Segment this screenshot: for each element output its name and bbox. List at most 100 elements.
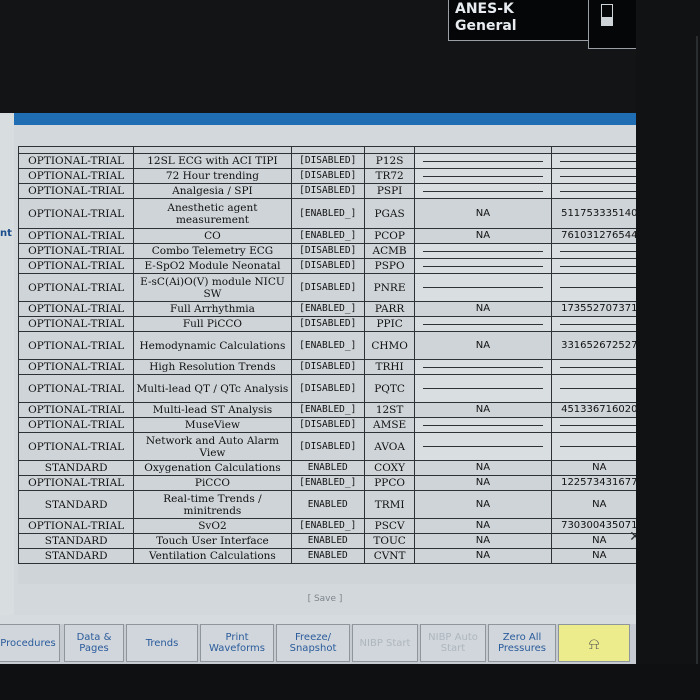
table-row[interactable]: OPTIONAL-TRIAL Combo Telemetry ECG [DISABL… bbox=[18, 243, 648, 259]
row-value-cell[interactable] bbox=[414, 273, 552, 302]
row-key-cell[interactable] bbox=[550, 153, 648, 169]
row-value-cell[interactable] bbox=[414, 258, 552, 274]
row-value-cell[interactable]: NA bbox=[414, 490, 552, 519]
empty-entry-line bbox=[423, 160, 543, 162]
table-row[interactable]: STANDARD Touch User Interface ENABLED TOUC N… bbox=[18, 533, 648, 549]
row-option-name-cell: Combo Telemetry ECG bbox=[133, 243, 292, 259]
row-code-cell: PNRE bbox=[363, 273, 416, 302]
row-key-cell[interactable]: 173552707371 bbox=[550, 301, 648, 317]
row-value-cell[interactable] bbox=[414, 359, 552, 375]
table-row[interactable]: OPTIONAL-TRIAL Network and Auto Alarm Vie… bbox=[18, 432, 648, 461]
row-key-cell[interactable]: 122573431677 bbox=[550, 475, 648, 491]
row-status-cell: [DISABLED] bbox=[290, 243, 365, 259]
row-value-cell[interactable] bbox=[414, 432, 552, 461]
row-type-cell: OPTIONAL-TRIAL bbox=[18, 301, 135, 317]
table-row[interactable]: OPTIONAL-TRIAL SvO2 [ENABLED_] PSCV NA 730300… bbox=[18, 518, 648, 534]
alarm-bell-crossed-icon: ⍾ bbox=[588, 633, 600, 653]
table-row-partial bbox=[18, 146, 648, 154]
row-type-cell: STANDARD bbox=[18, 548, 135, 564]
empty-entry-line bbox=[423, 190, 543, 192]
softkey-zero-all-pressures[interactable]: Zero All Pressures bbox=[488, 624, 556, 662]
alarm-silence-button[interactable]: ⍾ bbox=[558, 624, 630, 662]
row-value-cell[interactable] bbox=[414, 316, 552, 332]
row-value-cell[interactable] bbox=[414, 243, 552, 259]
table-row[interactable]: OPTIONAL-TRIAL E-SpO2 Module Neonatal [DIS… bbox=[18, 258, 648, 274]
table-row[interactable]: OPTIONAL-TRIAL Full Arrhythmia [ENABLED_] P… bbox=[18, 301, 648, 317]
row-value-cell[interactable] bbox=[414, 374, 552, 403]
table-row[interactable]: STANDARD Ventilation Calculations ENABLED C… bbox=[18, 548, 648, 564]
row-value-cell[interactable]: NA bbox=[414, 518, 552, 534]
softkey-trends[interactable]: Trends bbox=[126, 624, 198, 662]
table-row[interactable]: OPTIONAL-TRIAL High Resolution Trends [DIS… bbox=[18, 359, 648, 375]
table-row[interactable]: OPTIONAL-TRIAL Anesthetic agent measureme… bbox=[18, 198, 648, 229]
row-value-cell[interactable] bbox=[414, 417, 552, 433]
table-row[interactable]: OPTIONAL-TRIAL Multi-lead QT / QTc Analys… bbox=[18, 374, 648, 403]
row-key-cell[interactable] bbox=[550, 417, 648, 433]
table-row[interactable]: OPTIONAL-TRIAL MuseView [DISABLED] AMSE bbox=[18, 417, 648, 433]
empty-entry-line bbox=[423, 446, 543, 447]
row-code-cell: P12S bbox=[363, 153, 416, 169]
row-value-cell[interactable] bbox=[414, 153, 552, 169]
row-key-cell[interactable]: NA bbox=[550, 548, 648, 564]
table-row[interactable]: OPTIONAL-TRIAL 12SL ECG with ACI TIPI [DIS… bbox=[18, 153, 648, 169]
row-value-cell[interactable]: NA bbox=[414, 460, 552, 476]
row-value-cell[interactable]: NA bbox=[414, 533, 552, 549]
row-key-cell[interactable] bbox=[550, 243, 648, 259]
empty-entry-line bbox=[559, 287, 639, 288]
table-row[interactable]: OPTIONAL-TRIAL Multi-lead ST Analysis [ENA… bbox=[18, 402, 648, 418]
background-panel-edge: nt bbox=[0, 115, 14, 615]
empty-entry-line bbox=[559, 446, 639, 447]
license-table-container[interactable]: OPTIONAL-TRIAL 12SL ECG with ACI TIPI [DIS… bbox=[18, 146, 648, 584]
table-row[interactable]: OPTIONAL-TRIAL Hemodynamic Calculations [E… bbox=[18, 331, 648, 360]
softkey-procedures[interactable]: Procedures bbox=[0, 624, 60, 662]
row-value-cell[interactable]: NA bbox=[414, 475, 552, 491]
softkey-freeze-snapshot[interactable]: Freeze/ Snapshot bbox=[276, 624, 350, 662]
row-key-cell[interactable] bbox=[550, 359, 648, 375]
row-value-cell[interactable]: NA bbox=[414, 228, 552, 244]
row-type-cell: OPTIONAL-TRIAL bbox=[18, 258, 135, 274]
softkey-print-waveforms[interactable]: Print Waveforms bbox=[200, 624, 274, 662]
row-key-cell[interactable]: 761031276544 bbox=[550, 228, 648, 244]
table-row[interactable]: OPTIONAL-TRIAL E-sC(Ai)O(V) module NICU S… bbox=[18, 273, 648, 302]
row-value-cell[interactable]: NA bbox=[414, 331, 552, 360]
table-row[interactable]: OPTIONAL-TRIAL CO [ENABLED_] PCOP NA 76103127… bbox=[18, 228, 648, 244]
row-value-cell[interactable] bbox=[414, 183, 552, 199]
row-key-cell[interactable] bbox=[550, 316, 648, 332]
row-value-cell[interactable]: NA bbox=[414, 301, 552, 317]
row-key-cell[interactable] bbox=[550, 168, 648, 184]
row-type-cell: OPTIONAL-TRIAL bbox=[18, 153, 135, 169]
row-status-cell: [DISABLED] bbox=[290, 153, 365, 169]
empty-entry-line bbox=[559, 323, 639, 325]
empty-entry-line bbox=[559, 160, 639, 162]
row-status-cell: [DISABLED] bbox=[290, 417, 365, 433]
row-key-cell[interactable]: NA bbox=[550, 460, 648, 476]
row-key-cell[interactable]: 451336716020 bbox=[550, 402, 648, 418]
softkey-nibp-start[interactable]: NIBP Start bbox=[352, 624, 418, 662]
battery-icon bbox=[601, 4, 613, 26]
softkey-data-pages[interactable]: Data & Pages bbox=[64, 624, 124, 662]
row-key-cell[interactable]: 331652672527 bbox=[550, 331, 648, 360]
table-row[interactable]: STANDARD Real-time Trends / minitrends ENA… bbox=[18, 490, 648, 519]
row-option-name-cell: 12SL ECG with ACI TIPI bbox=[133, 153, 292, 169]
row-key-cell[interactable] bbox=[550, 432, 648, 461]
row-value-cell[interactable]: NA bbox=[414, 402, 552, 418]
table-row[interactable]: OPTIONAL-TRIAL Full PiCCO [DISABLED] PPIC bbox=[18, 316, 648, 332]
row-key-cell[interactable] bbox=[550, 258, 648, 274]
table-row[interactable]: OPTIONAL-TRIAL 72 Hour trending [DISABLED]… bbox=[18, 168, 648, 184]
softkey-nibp-auto-start[interactable]: NIBP Auto Start bbox=[420, 624, 486, 662]
profile-status-box[interactable]: ANES-K General bbox=[448, 0, 590, 41]
row-key-cell[interactable]: NA bbox=[550, 490, 648, 519]
save-button[interactable]: [ Save ] bbox=[290, 594, 360, 608]
row-key-cell[interactable]: 511753335140 bbox=[550, 198, 648, 229]
row-key-cell[interactable] bbox=[550, 374, 648, 403]
row-value-cell[interactable]: NA bbox=[414, 548, 552, 564]
row-value-cell[interactable] bbox=[414, 168, 552, 184]
table-row[interactable]: STANDARD Oxygenation Calculations ENABLED C… bbox=[18, 460, 648, 476]
table-row[interactable]: OPTIONAL-TRIAL PiCCO [ENABLED_] PPCO NA 12257… bbox=[18, 475, 648, 491]
row-value-cell[interactable]: NA bbox=[414, 198, 552, 229]
row-key-cell[interactable] bbox=[550, 273, 648, 302]
row-status-cell: [ENABLED_] bbox=[290, 518, 365, 534]
row-key-cell[interactable] bbox=[550, 183, 648, 199]
row-code-cell: PCOP bbox=[363, 228, 416, 244]
table-row[interactable]: OPTIONAL-TRIAL Analgesia / SPI [DISABLED] P… bbox=[18, 183, 648, 199]
